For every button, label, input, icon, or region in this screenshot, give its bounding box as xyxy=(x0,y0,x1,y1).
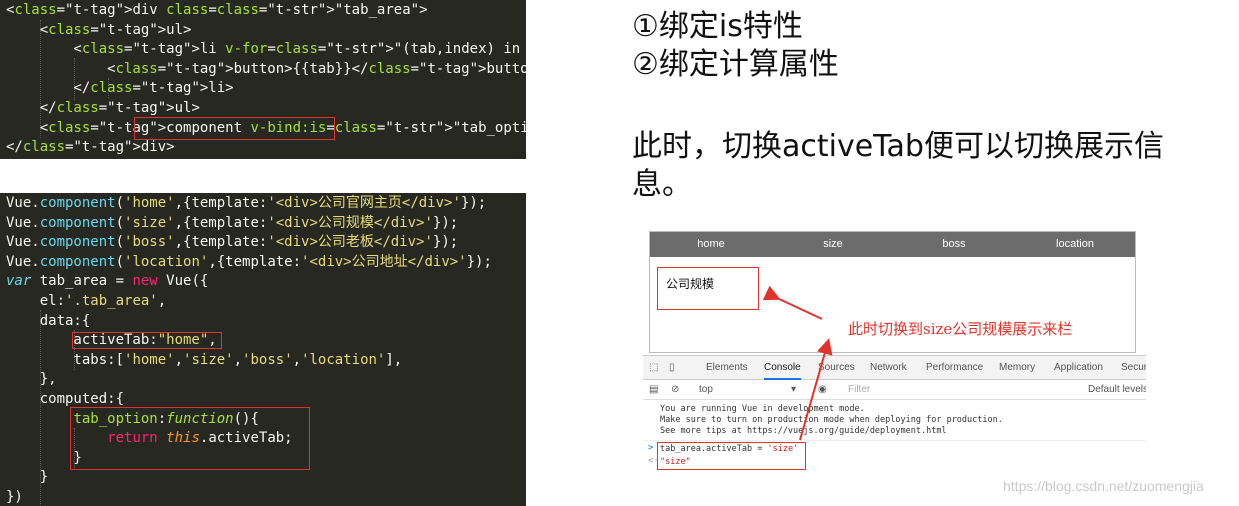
code-line: tabs:['home','size','boss','location'], xyxy=(6,351,403,368)
console-toolbar: ▤ ⊘ top ▾ ◉ Filter Default levels xyxy=(643,380,1146,400)
eye-icon[interactable]: ◉ xyxy=(818,380,827,400)
tab-console[interactable]: Console xyxy=(764,356,801,380)
code-line: <class="t-tag">ul> xyxy=(6,21,192,38)
code-line: el:'.tab_area', xyxy=(6,293,167,309)
js-code-panel: Vue.component('home',{template:'<div>公司官… xyxy=(0,193,526,506)
devtools-tabs: ⬚ ▯ Elements Console Sources Network Per… xyxy=(643,356,1146,380)
highlight-active-tab xyxy=(72,332,222,349)
code-line: <class="t-tag">div class=class="t-str">"… xyxy=(6,2,428,18)
device-toolbar-icon[interactable]: ▯ xyxy=(669,356,675,380)
prompt-icon: > xyxy=(648,443,654,453)
divider xyxy=(643,440,1146,441)
clear-console-icon[interactable]: ⊘ xyxy=(671,380,679,400)
code-line: </class="t-tag">li> xyxy=(6,80,234,97)
tab-bar: home size boss location xyxy=(650,232,1135,257)
explanation-note-end: 息。 xyxy=(632,167,692,202)
tab-network[interactable]: Network xyxy=(870,356,907,380)
explanation-note: 此时，切换activeTab便可以切换展示信 xyxy=(632,129,1164,164)
code-line: data:{ xyxy=(6,312,91,329)
filter-input[interactable]: Filter xyxy=(848,380,870,400)
annotation-text: 此时切换到size公司规模展示来栏 xyxy=(848,320,1073,338)
step-computed-property: ②绑定计算属性 xyxy=(632,47,839,82)
code-line: }, xyxy=(6,371,57,388)
dropdown-arrow-icon[interactable]: ▾ xyxy=(791,380,796,400)
sidebar-toggle-icon[interactable]: ▤ xyxy=(649,380,658,400)
watermark: https://blog.csdn.net/zuomengjia xyxy=(1003,478,1204,494)
tab-performance[interactable]: Performance xyxy=(926,356,983,380)
step-is-attribute: ①绑定is特性 xyxy=(632,9,803,44)
tab-security[interactable]: Secur xyxy=(1121,356,1146,380)
html-code-panel: <class="t-tag">div class=class="t-str">"… xyxy=(0,0,526,159)
console-message: See more tips at https://vuejs.org/guide… xyxy=(660,426,947,436)
tab-memory[interactable]: Memory xyxy=(999,356,1035,380)
code-line: Vue.component('location',{template:'<div… xyxy=(6,253,492,270)
inspect-icon[interactable]: ⬚ xyxy=(649,356,658,380)
context-select[interactable]: top xyxy=(699,380,713,400)
tab-application[interactable]: Application xyxy=(1054,356,1103,380)
code-line: }) xyxy=(6,489,23,505)
code-line: </class="t-tag">ul> xyxy=(6,100,200,116)
tab-location-button[interactable]: location xyxy=(1020,232,1130,257)
tab-sources[interactable]: Sources xyxy=(818,356,855,380)
code-line: <class="t-tag">li v-for=class="t-str">"(… xyxy=(6,41,521,58)
tab-size-button[interactable]: size xyxy=(778,232,888,257)
code-line: Vue.component('home',{template:'<div>公司官… xyxy=(6,195,487,211)
component-content: 公司规模 xyxy=(657,267,759,310)
highlight-is-binding xyxy=(134,117,335,140)
devtools-panel: ⬚ ▯ Elements Console Sources Network Per… xyxy=(643,355,1146,471)
code-line: Vue.component('boss',{template:'<div>公司老… xyxy=(6,234,459,251)
tab-home-button[interactable]: home xyxy=(656,232,766,257)
tab-boss-button[interactable]: boss xyxy=(899,232,1009,257)
code-line: Vue.component('size',{template:'<div>公司规… xyxy=(6,214,459,231)
highlight-console-input xyxy=(657,442,806,470)
code-line: } xyxy=(6,469,49,486)
console-message: You are running Vue in development mode. xyxy=(660,404,865,414)
code-line: <class="t-tag">button>{{tab}}</class="t-… xyxy=(6,60,526,77)
console-message: Make sure to turn on production mode whe… xyxy=(660,415,1003,425)
highlight-computed xyxy=(70,407,310,470)
code-line: </class="t-tag">div> xyxy=(6,139,175,156)
levels-select[interactable]: Default levels xyxy=(1088,380,1146,400)
code-line: var tab_area = new Vue({ xyxy=(6,273,209,290)
tab-elements[interactable]: Elements xyxy=(706,356,748,380)
